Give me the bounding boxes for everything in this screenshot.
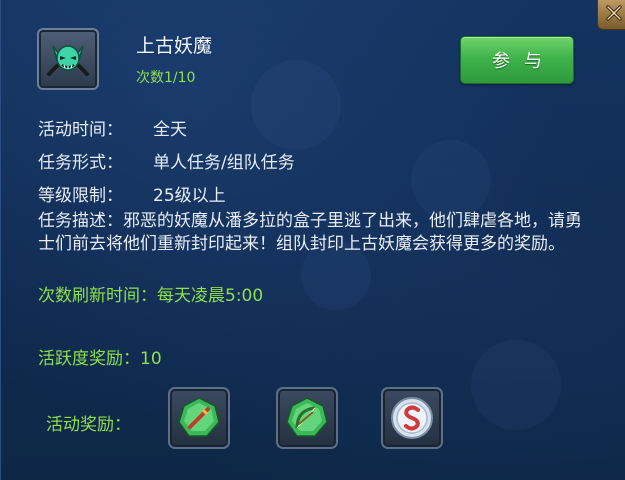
level-limit-value: 25级以上 (153, 186, 226, 206)
reward-item-3[interactable] (381, 387, 443, 449)
background-decoration (251, 60, 341, 150)
level-limit-row: 等级限制： 25级以上 (38, 181, 226, 206)
demon-mask-icon (47, 45, 89, 76)
task-form-value: 单人任务/组队任务 (153, 153, 295, 173)
background-decoration (471, 340, 561, 430)
activity-points-reward: 活跃度奖励：10 (38, 349, 162, 369)
green-sword-rune-icon (178, 397, 220, 437)
background-decoration (411, 140, 491, 220)
activity-icon-frame (37, 28, 99, 90)
green-bow-rune-icon (286, 397, 328, 437)
task-form-row: 任务形式： 单人任务/组队任务 (38, 148, 295, 173)
task-form-label: 任务形式： (38, 153, 123, 173)
close-icon (606, 5, 622, 21)
activity-title: 上古妖魔 (136, 35, 213, 57)
close-button[interactable] (597, 0, 625, 30)
activity-detail-panel: 上古妖魔 次数1/10 参与 活动时间： 全天 任务形式： 单人任务/组队任务 … (0, 0, 625, 480)
activity-time-value: 全天 (153, 120, 187, 140)
activity-time-row: 活动时间： 全天 (38, 115, 187, 140)
level-limit-label: 等级限制： (38, 186, 123, 206)
reward-label: 活动奖励： (46, 415, 131, 435)
activity-time-label: 活动时间： (38, 120, 123, 140)
task-description: 任务描述：邪恶的妖魔从潘多拉的盒子里逃了出来，他们肆虐各地，请勇士们前去将他们重… (38, 211, 582, 254)
reward-item-1[interactable] (168, 387, 230, 449)
reward-item-2[interactable] (276, 387, 338, 449)
join-button[interactable]: 参与 (460, 36, 574, 84)
attempt-count: 次数1/10 (136, 70, 196, 86)
silver-coin-s-icon (391, 397, 433, 439)
refresh-time: 次数刷新时间：每天凌晨5:00 (38, 286, 264, 306)
